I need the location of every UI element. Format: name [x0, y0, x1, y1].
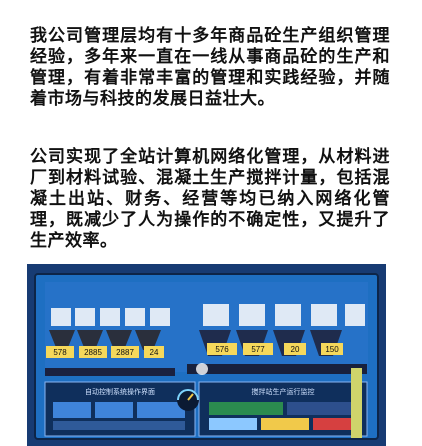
readout-1: 578 [53, 348, 67, 357]
readout-7: 20 [291, 345, 300, 354]
intro-paragraph: 我公司管理层均有十多年商品砼生产组织管理经验，多年来一直在一线从事商品砼的生产和… [30, 26, 390, 109]
control-room-photo: 578 2885 2887 24 576 577 20 150 自动控制系统操作… [27, 264, 386, 446]
readout-5: 576 [215, 345, 229, 354]
readout-3: 2887 [116, 348, 134, 357]
management-paragraph: 公司实现了全站计算机网络化管理，从材料进厂到材料试验、混凝土生产搅拌计量，包括混… [30, 147, 390, 251]
readout-8: 150 [325, 345, 339, 354]
monitor-screen-illustration: 578 2885 2887 24 576 577 20 150 自动控制系统操作… [27, 264, 386, 446]
right-panel-title: 搅拌站生产运行监控 [252, 387, 315, 396]
left-panel-title: 自动控制系统操作界面 [85, 387, 155, 396]
readout-2: 2885 [84, 348, 102, 357]
readout-4: 24 [150, 348, 159, 357]
readout-6: 577 [251, 345, 265, 354]
